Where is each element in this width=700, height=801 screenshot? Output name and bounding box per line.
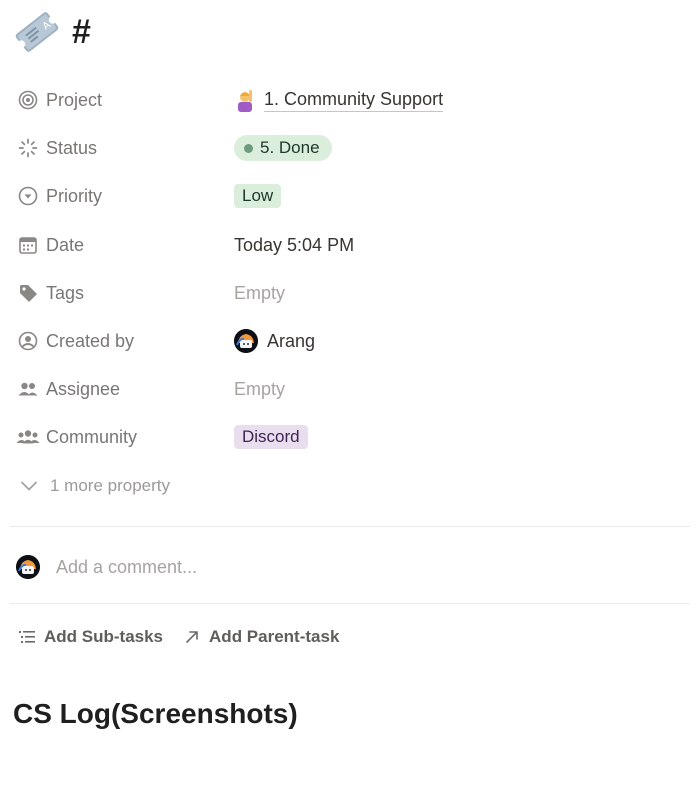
property-label: Community <box>46 426 138 447</box>
list-indent-icon <box>16 626 38 648</box>
add-parent-task-label: Add Parent-task <box>209 627 340 646</box>
assignee-value[interactable]: Empty <box>234 379 285 400</box>
add-sub-tasks-label: Add Sub-tasks <box>44 627 164 646</box>
property-key-tags[interactable]: Tags <box>16 281 234 305</box>
people-icon <box>16 377 40 401</box>
task-page: A # Project 1. Community Support Status … <box>0 0 700 801</box>
property-label: Created by <box>46 330 135 351</box>
property-created-by: Created by Arang <box>16 325 696 357</box>
property-project: Project 1. Community Support <box>16 84 696 116</box>
priority-value: Low <box>234 184 282 208</box>
status-badge[interactable]: 5. Done <box>234 135 332 161</box>
divider <box>10 603 690 604</box>
divider <box>10 526 690 527</box>
avatar <box>16 555 40 579</box>
property-label: Status <box>46 137 98 158</box>
status-label: 5. Done <box>260 138 320 157</box>
property-tags: Tags Empty <box>16 277 696 309</box>
person-raising-hand-emoji <box>234 88 256 112</box>
tag-icon <box>16 281 40 305</box>
target-icon <box>16 88 40 112</box>
property-assignee: Assignee Empty <box>16 373 696 405</box>
user-circle-icon <box>16 329 40 353</box>
project-link[interactable]: 1. Community Support <box>264 89 444 112</box>
add-parent-task-button[interactable]: Add Parent-task <box>181 626 339 648</box>
comment-input[interactable] <box>54 555 618 579</box>
property-label: Project <box>46 89 103 110</box>
property-key-project[interactable]: Project <box>16 88 234 112</box>
page-title[interactable]: # <box>72 13 91 52</box>
property-key-created-by[interactable]: Created by <box>16 329 234 353</box>
property-key-date[interactable]: Date <box>16 233 234 257</box>
property-status: Status 5. Done <box>16 132 696 164</box>
status-value: 5. Done <box>234 135 332 161</box>
property-key-priority[interactable]: Priority <box>16 184 234 208</box>
more-properties-label: 1 more property <box>50 476 170 495</box>
chevron-down-icon <box>18 475 40 497</box>
property-key-assignee[interactable]: Assignee <box>16 377 234 401</box>
project-relation[interactable]: 1. Community Support <box>234 88 444 112</box>
creator[interactable]: Arang <box>234 329 315 353</box>
community-value: Discord <box>234 425 308 449</box>
status-dot <box>244 143 253 153</box>
more-properties-toggle[interactable]: 1 more property <box>18 472 170 500</box>
property-label: Assignee <box>46 378 121 399</box>
avatar <box>234 329 258 353</box>
property-key-community[interactable]: Community <box>16 425 234 449</box>
date-value[interactable]: Today 5:04 PM <box>234 235 354 256</box>
creator-name: Arang <box>267 330 316 351</box>
add-sub-tasks-button[interactable]: Add Sub-tasks <box>16 626 163 648</box>
loading-spinner-icon <box>16 136 40 160</box>
calendar-icon <box>16 233 40 257</box>
tags-value[interactable]: Empty <box>234 283 285 304</box>
property-community: Community Discord <box>16 421 696 453</box>
property-key-status[interactable]: Status <box>16 136 234 160</box>
priority-tag[interactable]: Low <box>234 184 282 208</box>
page-header: A # <box>12 6 91 58</box>
property-date: Date Today 5:04 PM <box>16 229 696 261</box>
chevron-circle-icon <box>16 184 40 208</box>
task-actions: Add Sub-tasks Add Parent-task <box>16 624 357 650</box>
arrow-up-right-icon <box>181 626 203 648</box>
property-priority: Priority Low <box>16 180 696 212</box>
section-heading: CS Log(Screenshots) <box>13 698 298 729</box>
group-icon <box>16 425 40 449</box>
community-tag[interactable]: Discord <box>234 425 308 449</box>
property-label: Date <box>46 234 85 255</box>
comment-box <box>16 552 618 582</box>
property-label: Priority <box>46 185 103 206</box>
property-label: Tags <box>46 282 85 303</box>
ticket-icon[interactable]: A <box>12 9 62 55</box>
